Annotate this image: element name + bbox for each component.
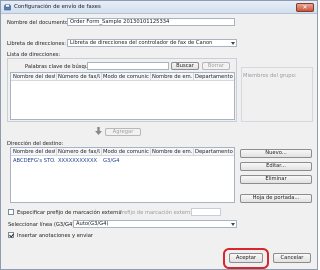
- document-name-field[interactable]: Order Form_Sample 20130101125334: [67, 18, 235, 26]
- column-header[interactable]: Número de fax/URI: [58, 74, 100, 80]
- addressbook-selected: Libreta de direcciones del controlador d…: [70, 40, 213, 46]
- cover-sheet-button[interactable]: Hoja de portada...: [240, 194, 312, 203]
- new-button[interactable]: Nuevo...: [240, 149, 312, 158]
- outside-dial-checkbox[interactable]: [8, 209, 14, 215]
- annotations-checkbox[interactable]: [8, 232, 14, 238]
- clear-button[interactable]: Borrar: [202, 62, 230, 70]
- chevron-down-icon: [231, 42, 235, 45]
- address-list-header: Nombre del destino Número de fax/URI Mod…: [11, 73, 234, 81]
- window-title: Configuración de envío de faxes: [14, 4, 101, 10]
- table-row[interactable]: ABCDEFG's STO... XXXXXXXXXXX G3/G4: [11, 157, 234, 165]
- delete-button[interactable]: Eliminar: [240, 175, 312, 184]
- arrow-down-icon: [95, 127, 102, 135]
- address-list-table[interactable]: Nombre del destino Número de fax/URI Mod…: [10, 72, 235, 120]
- destination-mode-cell: G3/G4: [103, 158, 120, 164]
- accept-button[interactable]: Aceptar: [229, 253, 263, 263]
- destination-fax-cell: XXXXXXXXXXX: [58, 158, 98, 164]
- annotations-label: Insertar anotaciones y enviar: [17, 233, 94, 239]
- destination-table[interactable]: Nombre del destino Número de fax/URI Mod…: [10, 147, 235, 203]
- line-select[interactable]: Auto(G3/G4): [73, 220, 237, 228]
- close-icon: ✕: [302, 4, 308, 11]
- column-header[interactable]: Departamento: [195, 149, 234, 155]
- add-button[interactable]: Agregar: [105, 128, 141, 136]
- column-header[interactable]: Número de fax/URI: [58, 149, 100, 155]
- fax-settings-dialog: Configuración de envío de faxes ✕ Nombre…: [0, 0, 318, 270]
- document-name-label: Nombre del documento:: [7, 20, 70, 26]
- line-selected: Auto(G3/G4): [76, 221, 109, 227]
- group-members-list[interactable]: [241, 67, 313, 122]
- close-button[interactable]: ✕: [296, 3, 314, 12]
- chevron-down-icon: [231, 223, 235, 226]
- cancel-button[interactable]: Cancelar: [273, 253, 311, 263]
- column-header[interactable]: Nombre de em...: [152, 74, 192, 80]
- outside-dial-label: Especificar prefijo de marcación externa: [17, 210, 122, 216]
- destination-header: Nombre del destino Número de fax/URI Mod…: [11, 148, 234, 156]
- title-bar: Configuración de envío de faxes ✕: [1, 1, 317, 14]
- line-select-label: Seleccionar línea (G3/G4):: [8, 222, 77, 228]
- column-header[interactable]: Nombre del destino: [13, 74, 55, 80]
- addressbook-select[interactable]: Libreta de direcciones del controlador d…: [67, 39, 237, 47]
- column-header[interactable]: Modo de comunic...: [103, 149, 149, 155]
- search-input[interactable]: [87, 62, 169, 70]
- column-header[interactable]: Departamento: [195, 74, 234, 80]
- column-header[interactable]: Nombre de em...: [152, 149, 192, 155]
- edit-button[interactable]: Editar...: [240, 162, 312, 171]
- prefix-input[interactable]: [191, 208, 221, 216]
- prefix-label: Prefijo de marcación externa:: [119, 210, 196, 216]
- search-button[interactable]: Buscar: [171, 62, 199, 70]
- fax-app-icon: [4, 4, 11, 11]
- destination-name-cell: ABCDEFG's STO...: [13, 158, 55, 164]
- column-header[interactable]: Nombre del destino: [13, 149, 55, 155]
- addressbook-label: Libreta de direcciones:: [7, 41, 67, 47]
- column-header[interactable]: Modo de comunic...: [103, 74, 149, 80]
